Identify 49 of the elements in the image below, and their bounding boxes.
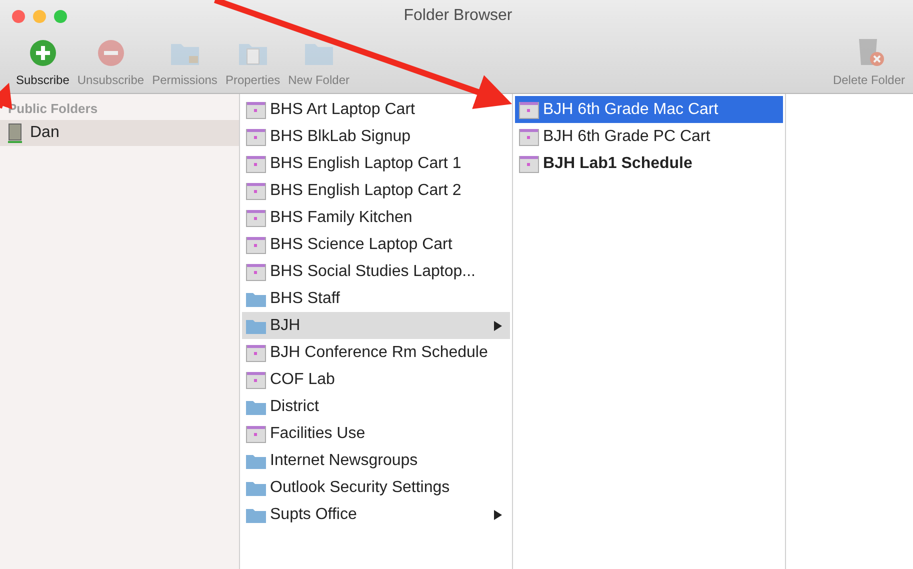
calendar-icon [246,262,266,280]
folder-icon [246,398,266,414]
window-title: Folder Browser [402,6,514,26]
folder-list-item[interactable]: District [242,393,510,420]
folder-list-item[interactable]: BHS Social Studies Laptop... [242,258,510,285]
plus-icon [28,39,57,67]
toolbar-button[interactable]: Subscribe [12,39,74,89]
folder-list-item[interactable]: COF Lab [242,366,510,393]
folder-icon [246,318,266,334]
folder-list-item[interactable]: BHS Art Laptop Cart [242,96,510,123]
server-icon [8,123,22,143]
folder-list-item[interactable]: BJH 6th Grade Mac Cart [515,96,783,123]
calendar-icon [246,154,266,172]
minimize-button[interactable] [33,10,46,22]
calendar-icon [246,424,266,442]
submenu-arrow-icon [494,510,502,520]
close-button[interactable] [12,10,25,22]
calendar-icon [246,208,266,226]
submenu-arrow-icon [494,320,502,330]
folder-list-item[interactable]: BHS English Laptop Cart 2 [242,177,510,204]
calendar-icon [246,128,266,146]
calendar-icon [519,100,539,118]
calendar-icon [519,128,539,146]
calendar-icon [519,154,539,172]
folder-icon [246,506,266,522]
folder-list-item[interactable]: BHS Science Laptop Cart [242,231,510,258]
folder-list-item[interactable]: BJH [242,312,510,339]
folder-list-item[interactable]: BJH Lab1 Schedule [515,150,783,177]
folder-icon [246,452,266,468]
folder-list-item[interactable]: BHS Family Kitchen [242,204,510,231]
folder-list-item[interactable]: BJH 6th Grade PC Cart [515,123,783,150]
calendar-icon [246,236,266,254]
calendar-icon [246,370,266,388]
folder-list-item[interactable]: BHS Staff [242,285,510,312]
calendar-icon [246,182,266,200]
sidebar-item[interactable]: Dan [0,120,239,146]
folder-icon [246,290,266,306]
folder-list-item[interactable]: Facilities Use [242,420,510,447]
folder-list-item[interactable]: BJH Conference Rm Schedule [242,339,510,366]
folder-list-item[interactable]: Outlook Security Settings [242,474,510,501]
folder-list-item[interactable]: Supts Office [242,501,510,528]
zoom-button[interactable] [54,10,67,22]
folder-list-item[interactable]: Internet Newsgroups [242,447,510,474]
calendar-icon [246,100,266,118]
folder-list-item[interactable]: BHS English Laptop Cart 1 [242,150,510,177]
folder-icon [246,480,266,496]
folder-list-item[interactable]: BHS BlkLab Signup [242,123,510,150]
calendar-icon [246,344,266,362]
minus-icon [96,39,125,67]
